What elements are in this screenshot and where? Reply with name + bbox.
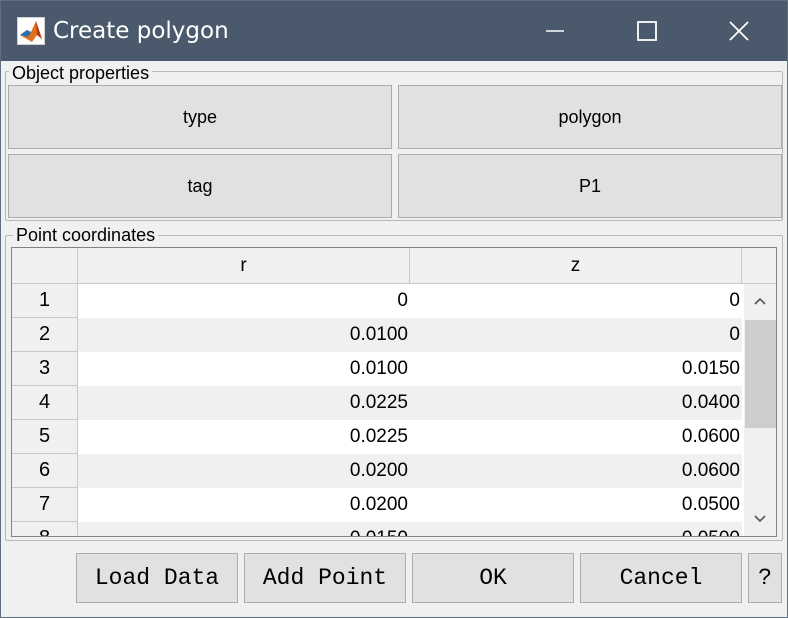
property-value-tag[interactable]: P1 — [398, 154, 782, 218]
row-header[interactable]: 6 — [12, 454, 78, 488]
cancel-button[interactable]: Cancel — [580, 553, 742, 603]
table-row: 5 0.0225 0.0600 — [12, 420, 742, 454]
table-row: 6 0.0200 0.0600 — [12, 454, 742, 488]
property-key-tag[interactable]: tag — [8, 154, 392, 218]
table-row: 1 0 0 — [12, 284, 742, 318]
table-row: 8 0.0150 0.0500 — [12, 522, 742, 536]
cell-r[interactable]: 0 — [78, 284, 410, 318]
minimize-icon — [546, 30, 564, 32]
scroll-thumb[interactable] — [745, 320, 776, 428]
cell-z[interactable]: 0.0150 — [410, 352, 742, 386]
maximize-button[interactable] — [601, 1, 693, 61]
title-bar[interactable]: Create polygon — [1, 1, 787, 61]
vertical-scrollbar[interactable] — [744, 284, 776, 536]
cell-z[interactable]: 0 — [410, 318, 742, 352]
cell-r[interactable]: 0.0150 — [78, 522, 410, 536]
coordinates-table[interactable]: r z 1 0 0 2 0.0100 0 3 0.0100 0.0150 4 0… — [11, 247, 777, 537]
object-properties-title: Object properties — [9, 63, 153, 83]
row-header[interactable]: 7 — [12, 488, 78, 522]
cell-r[interactable]: 0.0200 — [78, 488, 410, 522]
cell-r[interactable]: 0.0225 — [78, 420, 410, 454]
property-key-type[interactable]: type — [8, 85, 392, 149]
scroll-down-button[interactable] — [744, 502, 776, 536]
table-row: 3 0.0100 0.0150 — [12, 352, 742, 386]
add-point-button[interactable]: Add Point — [244, 553, 406, 603]
property-value-type[interactable]: polygon — [398, 85, 782, 149]
column-header-r[interactable]: r — [78, 248, 410, 284]
table-row: 7 0.0200 0.0500 — [12, 488, 742, 522]
row-header[interactable]: 2 — [12, 318, 78, 352]
row-header[interactable]: 8 — [12, 522, 78, 536]
point-coordinates-title: Point coordinates — [13, 225, 159, 245]
load-data-button[interactable]: Load Data — [76, 553, 238, 603]
cell-z[interactable]: 0.0500 — [410, 522, 742, 536]
chevron-up-icon — [754, 297, 766, 305]
cell-r[interactable]: 0.0100 — [78, 352, 410, 386]
column-header-z[interactable]: z — [410, 248, 742, 284]
cell-z[interactable]: 0.0600 — [410, 420, 742, 454]
create-polygon-dialog: Create polygon Object properties type po… — [0, 0, 788, 618]
cell-r[interactable]: 0.0200 — [78, 454, 410, 488]
close-icon — [729, 21, 749, 41]
cell-z[interactable]: 0 — [410, 284, 742, 318]
cell-z[interactable]: 0.0600 — [410, 454, 742, 488]
table-corner-header — [12, 248, 78, 284]
cell-r[interactable]: 0.0100 — [78, 318, 410, 352]
chevron-down-icon — [754, 515, 766, 523]
minimize-button[interactable] — [509, 1, 601, 61]
cell-z[interactable]: 0.0500 — [410, 488, 742, 522]
header-filler — [742, 248, 776, 284]
table-row: 2 0.0100 0 — [12, 318, 742, 352]
maximize-icon — [637, 21, 657, 41]
close-button[interactable] — [693, 1, 785, 61]
dialog-content: Object properties type polygon tag P1 Po… — [1, 61, 787, 617]
cell-z[interactable]: 0.0400 — [410, 386, 742, 420]
row-header[interactable]: 3 — [12, 352, 78, 386]
ok-button[interactable]: OK — [412, 553, 574, 603]
row-header[interactable]: 4 — [12, 386, 78, 420]
row-header[interactable]: 1 — [12, 284, 78, 318]
table-row: 4 0.0225 0.0400 — [12, 386, 742, 420]
help-button[interactable]: ? — [748, 553, 782, 603]
row-header[interactable]: 5 — [12, 420, 78, 454]
cell-r[interactable]: 0.0225 — [78, 386, 410, 420]
scroll-up-button[interactable] — [744, 284, 776, 318]
window-title: Create polygon — [53, 18, 229, 44]
matlab-icon — [17, 17, 45, 45]
